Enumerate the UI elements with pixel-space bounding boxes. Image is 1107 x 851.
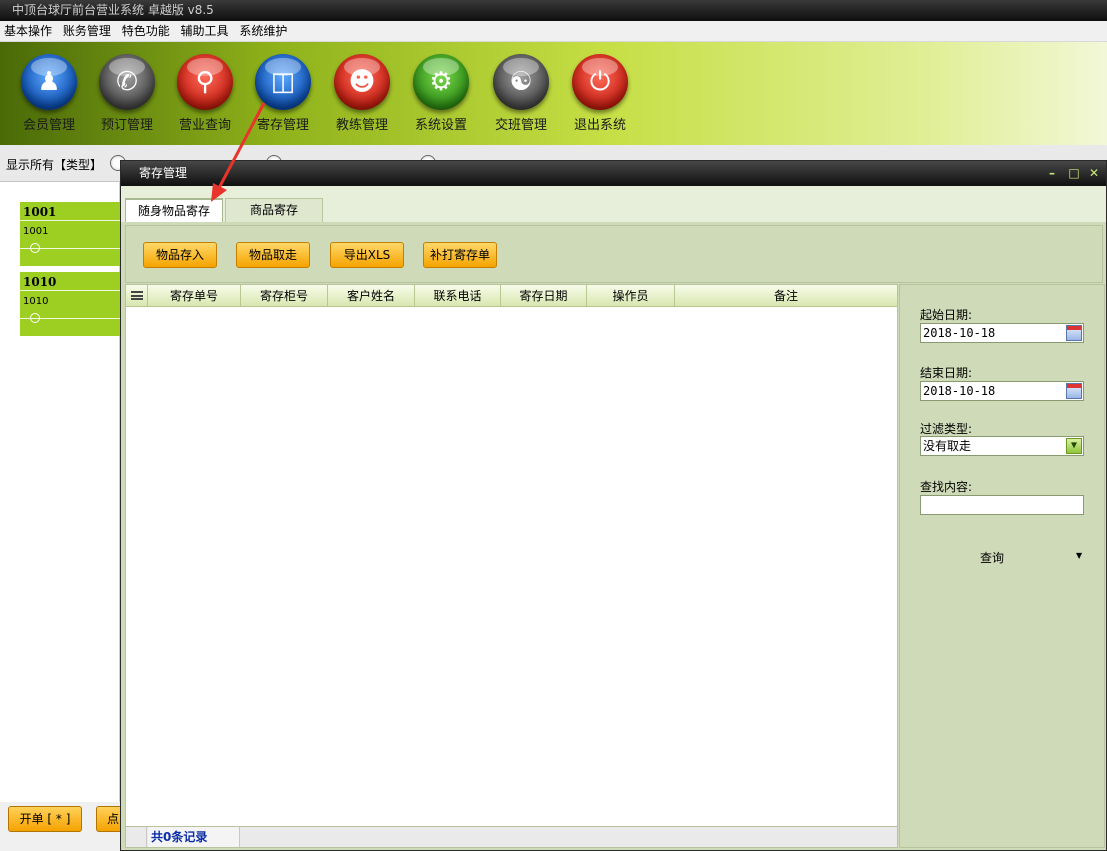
tab-goods-storage[interactable]: 商品寄存 [225, 198, 323, 222]
export-xls-button[interactable]: 导出XLS [330, 242, 404, 268]
query-button[interactable]: 查询 [980, 549, 1004, 566]
calendar-icon[interactable] [1066, 383, 1082, 399]
menu-bar: 基本操作 账务管理 特色功能 辅助工具 系统维护 [0, 21, 1107, 42]
open-order-button[interactable]: 开单 [ * ] [8, 806, 82, 832]
toolbar-booking-button[interactable]: ✆ 预订管理 [91, 54, 163, 133]
card-line [20, 220, 120, 221]
close-icon[interactable]: ✕ [1084, 161, 1104, 186]
card-circle-icon [30, 243, 40, 253]
column-header-date[interactable]: 寄存日期 [501, 285, 587, 307]
list-menu-icon [131, 291, 143, 300]
filter-type-select[interactable]: 没有取走 ▼ [920, 436, 1084, 456]
minimize-icon[interactable]: – [1042, 161, 1062, 186]
column-menu-button[interactable] [126, 285, 148, 307]
show-all-label: 显示所有【类型】 [6, 158, 103, 172]
footer-blank-cell [126, 827, 147, 847]
search-label: 查找内容: [920, 480, 973, 494]
magnifier-icon: ⚲ [177, 54, 233, 110]
tab-personal-storage[interactable]: 随身物品寄存 [125, 198, 223, 222]
toolbar-member-button[interactable]: ♟ 会员管理 [13, 54, 85, 133]
column-header-phone[interactable]: 联系电话 [415, 285, 501, 307]
bag-icon: ◫ [255, 54, 311, 110]
record-count: 共0条记录 [148, 827, 240, 847]
toolbar-query-button[interactable]: ⚲ 营业查询 [169, 54, 241, 133]
card-line [20, 290, 120, 291]
coach-icon: ☻ [334, 54, 390, 110]
menu-maintenance[interactable]: 系统维护 [235, 21, 290, 42]
toolbar-exit-button[interactable]: ⏻ 退出系统 [564, 54, 636, 133]
end-date-value: 2018-10-18 [923, 384, 996, 398]
column-header-locker-no[interactable]: 寄存柜号 [241, 285, 328, 307]
toolbar-settings-button[interactable]: ⚙ 系统设置 [405, 54, 477, 133]
table-footer: 共0条记录 [126, 826, 897, 847]
tab-strip: 随身物品寄存 商品寄存 [121, 186, 1106, 222]
search-input[interactable] [920, 495, 1084, 515]
meeting-icon: ☯ [493, 54, 549, 110]
reprint-button[interactable]: 补打寄存单 [423, 242, 497, 268]
toolbar-shift-button[interactable]: ☯ 交班管理 [485, 54, 557, 133]
maximize-icon[interactable]: □ [1064, 161, 1084, 186]
start-date-input[interactable]: 2018-10-18 [920, 323, 1084, 343]
menu-accounts[interactable]: 账务管理 [59, 21, 114, 42]
end-date-label: 结束日期: [920, 366, 973, 380]
app-title: 中顶台球厅前台营业系统 卓越版 v8.5 [12, 3, 214, 17]
member-icon: ♟ [21, 54, 77, 110]
column-header-remark[interactable]: 备注 [675, 285, 897, 307]
dialog-title-bar: 寄存管理 – □ ✕ [121, 161, 1106, 186]
table-header: 寄存单号 寄存柜号 客户姓名 联系电话 寄存日期 操作员 备注 [126, 285, 897, 307]
withdraw-button[interactable]: 物品取走 [236, 242, 310, 268]
column-header-operator[interactable]: 操作员 [587, 285, 675, 307]
calendar-icon[interactable] [1066, 325, 1082, 341]
phone-icon: ✆ [99, 54, 155, 110]
room-panel: 1001 1001 1010 1010 [0, 182, 120, 802]
card-circle-icon [30, 313, 40, 323]
storage-table: 寄存单号 寄存柜号 客户姓名 联系电话 寄存日期 操作员 备注 共0条记录 [125, 284, 898, 848]
room-card[interactable]: 1010 1010 [20, 272, 120, 336]
filter-panel: 起始日期: 2018-10-18 结束日期: 2018-10-18 过滤类型: … [899, 284, 1105, 848]
storage-dialog: 寄存管理 – □ ✕ 随身物品寄存 商品寄存 物品存入 物品取走 导出XLS 补… [120, 160, 1107, 851]
chevron-down-icon[interactable]: ▼ [1066, 438, 1082, 454]
query-dropdown-icon[interactable]: ▼ [1076, 551, 1082, 560]
menu-tools[interactable]: 辅助工具 [177, 21, 232, 42]
column-header-order-no[interactable]: 寄存单号 [148, 285, 241, 307]
power-icon: ⏻ [572, 54, 628, 110]
start-date-label: 起始日期: [920, 308, 973, 322]
start-date-value: 2018-10-18 [923, 326, 996, 340]
main-toolbar: ♟ 会员管理 ✆ 预订管理 ⚲ 营业查询 ◫ 寄存管理 ☻ 教练管理 ⚙ 系统设… [0, 42, 1107, 145]
column-header-customer[interactable]: 客户姓名 [328, 285, 415, 307]
app-title-bar: 中顶台球厅前台营业系统 卓越版 v8.5 [0, 0, 1107, 21]
menu-features[interactable]: 特色功能 [118, 21, 173, 42]
gear-icon: ⚙ [413, 54, 469, 110]
menu-basic[interactable]: 基本操作 [0, 21, 55, 42]
toolbar-storage-button[interactable]: ◫ 寄存管理 [247, 54, 319, 133]
end-date-input[interactable]: 2018-10-18 [920, 381, 1084, 401]
dialog-title: 寄存管理 [139, 166, 188, 180]
deposit-button[interactable]: 物品存入 [143, 242, 217, 268]
toolbar-coach-button[interactable]: ☻ 教练管理 [326, 54, 398, 133]
action-bar: 物品存入 物品取走 导出XLS 补打寄存单 [125, 225, 1103, 283]
bottom-bar: 开单 [ * ] 点 [0, 802, 126, 851]
filter-type-label: 过滤类型: [920, 422, 973, 436]
room-card[interactable]: 1001 1001 [20, 202, 120, 266]
filter-type-value: 没有取走 [923, 439, 972, 453]
